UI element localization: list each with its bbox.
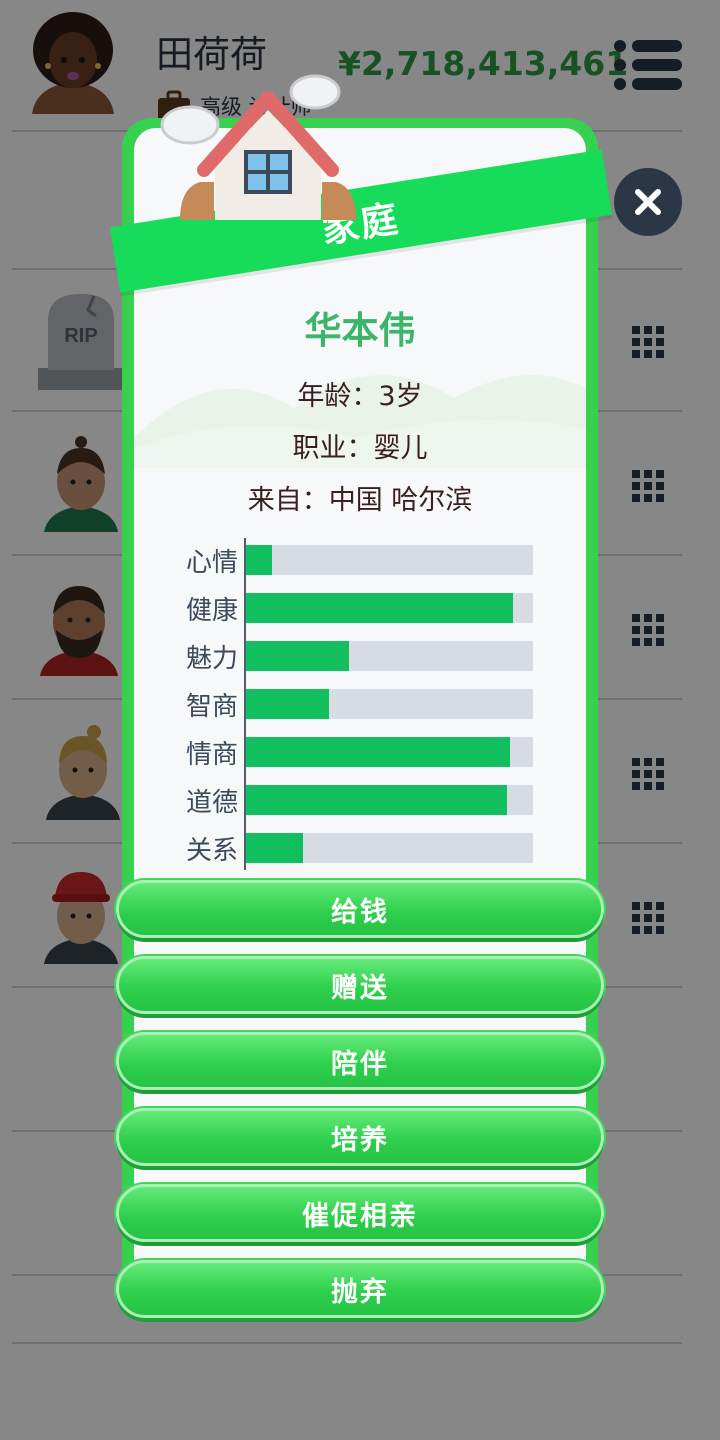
stat-bar-fill: [246, 833, 304, 863]
job-text: 职业：婴儿: [292, 433, 428, 464]
age-text: 年龄：3岁: [297, 381, 423, 412]
stat-bar-fill: [246, 641, 350, 671]
origin-text: 来自：中国 哈尔滨: [247, 485, 473, 516]
urge-blind-date-button[interactable]: 催促相亲: [116, 1184, 604, 1242]
stat-label: 情商: [185, 740, 238, 770]
gift-button[interactable]: 赠送: [116, 956, 604, 1014]
stat-bar: [246, 545, 533, 575]
close-button[interactable]: [614, 168, 682, 236]
stat-label: 智商: [185, 692, 238, 722]
family-member-name: 华本伟: [304, 309, 416, 352]
stat-label: 心情: [185, 548, 238, 578]
stat-bar: [246, 593, 533, 623]
accompany-button[interactable]: 陪伴: [116, 1032, 604, 1090]
stat-bar-fill: [246, 593, 513, 623]
stat-bar: [246, 737, 533, 767]
stat-bar: [246, 689, 533, 719]
stat-label: 道德: [185, 788, 238, 818]
give-money-button[interactable]: 给钱: [116, 880, 604, 938]
stat-bar-fill: [246, 689, 330, 719]
stat-bar: [246, 785, 533, 815]
close-icon: [635, 189, 661, 215]
stat-label: 关系: [185, 836, 238, 866]
stat-bar-fill: [246, 785, 508, 815]
stat-bar-fill: [246, 737, 511, 767]
stat-label: 魅力: [185, 644, 238, 674]
cultivate-button[interactable]: 培养: [116, 1108, 604, 1166]
stat-label: 健康: [185, 596, 238, 626]
stat-bar: [246, 833, 533, 863]
stat-bar: [246, 641, 533, 671]
house-icon: [160, 74, 356, 220]
stat-bar-fill: [246, 545, 272, 575]
abandon-button[interactable]: 抛弃: [116, 1260, 604, 1318]
